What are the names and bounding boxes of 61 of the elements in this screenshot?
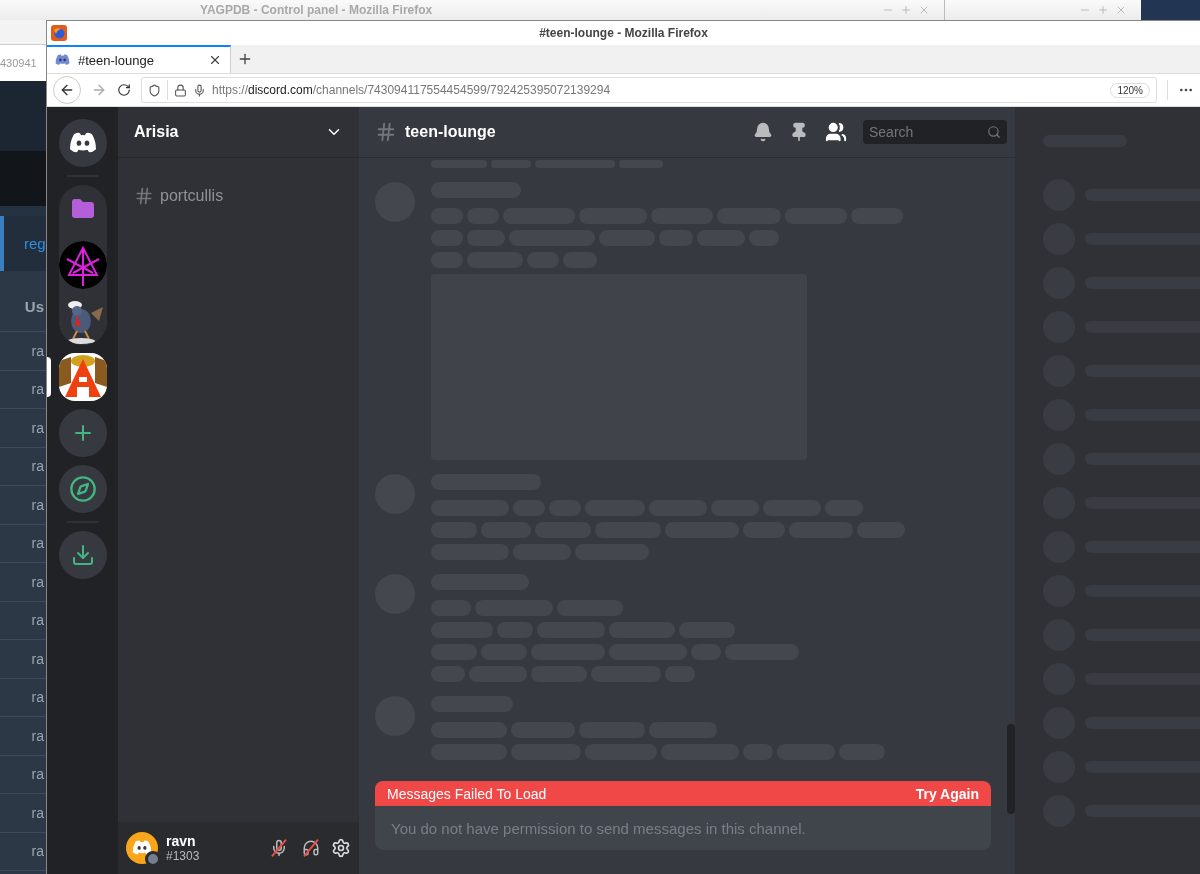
search-icon[interactable]: [987, 125, 1001, 139]
shield-icon[interactable]: [148, 83, 161, 97]
table-cell: ra: [31, 419, 44, 436]
table-cell: ra: [31, 650, 44, 667]
compass-icon: [68, 475, 97, 503]
table-cell: ra: [31, 804, 44, 821]
new-tab-icon[interactable]: [237, 51, 253, 67]
reload-icon[interactable]: [117, 83, 131, 97]
hash-icon: [375, 121, 397, 143]
table-cell: ra: [31, 381, 44, 398]
mic-blocked-icon[interactable]: [193, 83, 206, 97]
table-cell: ra: [31, 573, 44, 590]
channel-item[interactable]: portcullis: [126, 180, 351, 212]
address-bar[interactable]: https://discord.com/channels/743094117554454599/792425395072139294 120%: [141, 77, 1157, 103]
table-cell: ra: [31, 535, 44, 552]
table-cell: ra: [31, 727, 44, 744]
table-cell: ra: [31, 612, 44, 629]
search-field[interactable]: Search: [863, 120, 1007, 144]
table-cell: ra: [31, 496, 44, 513]
user-avatar[interactable]: [126, 832, 158, 864]
table-cell: ra: [31, 766, 44, 783]
column-header: Us: [24, 297, 44, 315]
channel-title: teen-lounge: [405, 123, 497, 141]
server-header[interactable]: Arisia: [118, 107, 359, 158]
table-cell: ra: [31, 843, 44, 860]
try-again-button[interactable]: Try Again: [915, 785, 979, 802]
home-button[interactable]: [58, 119, 107, 167]
browser-logo-icon: [51, 25, 67, 41]
folder-icon: [70, 197, 95, 221]
username: ravn: [166, 833, 197, 849]
table-cell: ra: [31, 342, 44, 359]
lock-icon[interactable]: [174, 83, 187, 97]
table-cell: ra: [31, 458, 44, 475]
user-tag: #1303: [166, 849, 259, 863]
banner-panel: [0, 151, 46, 206]
explore-button[interactable]: [58, 465, 107, 513]
discord-logo-icon: [55, 54, 70, 66]
status-dot: [145, 851, 161, 867]
window-title: #teen-lounge - Mozilla Firefox: [539, 26, 708, 40]
discord-logo-icon: [68, 132, 97, 154]
table-cell: ra: [31, 689, 44, 706]
server-icon[interactable]: [58, 297, 107, 345]
header-bar: [0, 81, 46, 151]
error-message: Messages Failed To Load: [387, 785, 547, 802]
download-button[interactable]: [58, 531, 107, 579]
divider-bar: [0, 206, 46, 216]
scrollbar-thumb[interactable]: [1007, 724, 1015, 814]
window-title: YAGPDB - Control panel - Mozilla Firefox: [200, 3, 433, 17]
hash-icon: [134, 186, 154, 206]
discord-logo-icon: [132, 840, 152, 856]
message-field[interactable]: You do not have permission to send messages in this channel.: [375, 806, 991, 850]
bell-icon[interactable]: [753, 122, 773, 142]
server-icon[interactable]: [58, 353, 107, 401]
settings-icon[interactable]: [331, 838, 351, 858]
add-server-button[interactable]: [58, 409, 107, 457]
browser-tab[interactable]: #teen-lounge: [47, 45, 231, 73]
members-icon[interactable]: [825, 121, 847, 143]
page-tab[interactable]: reg: [0, 216, 46, 271]
download-icon: [70, 543, 95, 567]
close-tab-icon[interactable]: [208, 53, 222, 67]
pin-icon[interactable]: [789, 122, 809, 142]
